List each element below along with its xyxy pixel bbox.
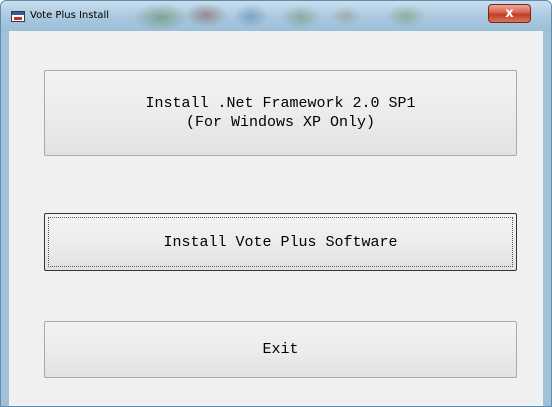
installer-window: Vote Plus Install x Install .Net Framewo… xyxy=(0,0,552,407)
app-icon[interactable] xyxy=(11,11,25,22)
window-title: Vote Plus Install xyxy=(30,10,110,21)
client-area: Install .Net Framework 2.0 SP1 (For Wind… xyxy=(9,31,543,406)
install-vote-plus-button[interactable]: Install Vote Plus Software xyxy=(44,213,517,271)
install-vote-plus-label: Install Vote Plus Software xyxy=(163,233,398,251)
title-bar[interactable]: Vote Plus Install x xyxy=(1,1,551,31)
install-net-framework-button[interactable]: Install .Net Framework 2.0 SP1 (For Wind… xyxy=(44,70,517,156)
close-icon: x xyxy=(505,6,514,21)
close-button[interactable]: x xyxy=(488,4,531,23)
net-framework-label: Install .Net Framework 2.0 SP1 xyxy=(145,95,416,112)
exit-button[interactable]: Exit xyxy=(44,321,517,378)
net-framework-sublabel: (For Windows XP Only) xyxy=(185,114,376,131)
exit-label: Exit xyxy=(262,341,299,358)
